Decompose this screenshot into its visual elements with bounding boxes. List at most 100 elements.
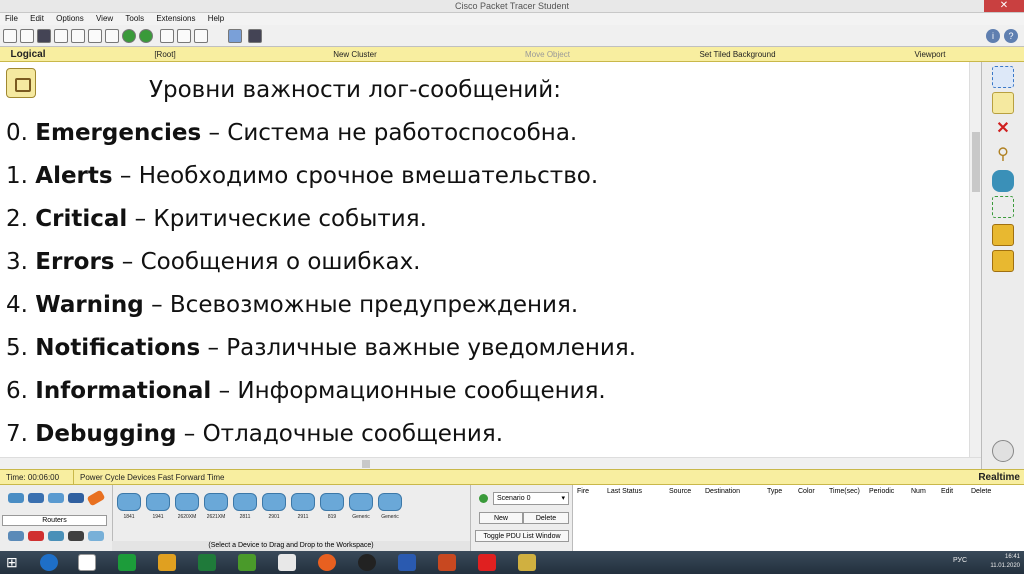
powerpoint-icon[interactable] [438,554,456,571]
inspect-icon[interactable]: ⚲ [992,144,1014,166]
col-type: Type [767,488,783,495]
wan-emulation-category-icon[interactable] [48,531,64,541]
select-icon[interactable] [992,66,1014,88]
media-player-icon[interactable] [358,554,376,571]
device-hint: (Select a Device to Drag and Drop to the… [112,541,470,551]
col-source: Source [669,488,692,495]
menu-tools[interactable]: Tools [120,13,149,25]
store-icon[interactable] [118,554,136,571]
slide-heading: Уровни важности лог-сообщений: [149,77,561,103]
torrent-icon[interactable] [238,554,256,571]
device-1941[interactable]: 1941 [144,493,172,521]
start-button[interactable]: ⊞ [6,554,24,571]
word-icon[interactable] [398,554,416,571]
hubs-category-icon[interactable] [48,493,64,503]
folder-icon[interactable] [158,554,176,571]
excel-icon[interactable] [198,554,216,571]
language-indicator[interactable]: РУС [953,557,967,564]
save-icon[interactable] [37,29,51,43]
menu-view[interactable]: View [91,13,118,25]
device-generic-1[interactable]: Generic [347,493,375,521]
device-2811[interactable]: 2811 [231,493,259,521]
col-destination: Destination [705,488,741,495]
info-icon[interactable]: i [986,29,1000,43]
realtime-clock-icon[interactable] [992,440,1014,462]
security-category-icon[interactable] [28,531,44,541]
system-clock[interactable]: 16:41 11.01.2020 [990,553,1020,571]
app-icon[interactable] [278,554,296,571]
new-cluster-button[interactable]: New Cluster [250,47,460,62]
connections-category-icon[interactable] [86,489,106,507]
device-819[interactable]: 819 [318,493,346,521]
logical-view-icon[interactable] [6,68,36,98]
menu-extensions[interactable]: Extensions [151,13,200,25]
zoom-in-icon[interactable] [160,29,174,43]
logical-workspace[interactable]: Уровни важности лог-сообщений: 0. Emerge… [0,62,981,457]
workspace-horizontal-scrollbar[interactable] [0,457,981,469]
realtime-mode-tab[interactable]: Realtime [978,470,1020,486]
redo-icon[interactable] [139,29,153,43]
menu-help[interactable]: Help [203,13,229,25]
horizontal-scroll-thumb[interactable] [362,460,370,468]
col-last-status: Last Status [607,488,643,495]
copy-icon[interactable] [88,29,102,43]
device-generic-2[interactable]: Generic [376,493,404,521]
packet-tracer-icon[interactable] [518,554,536,571]
viewport-button[interactable]: Viewport [860,47,1000,62]
severity-line-4: 4. Warning – Всевозможные предупреждения… [6,292,579,318]
severity-line-7: 7. Debugging – Отладочные сообщения. [6,421,504,447]
custom-device-icon[interactable] [248,29,262,43]
menu-edit[interactable]: Edit [25,13,49,25]
switches-category-icon[interactable] [28,493,44,503]
ie-browser-icon[interactable] [40,554,58,571]
new-file-icon[interactable] [3,29,17,43]
routers-category-icon[interactable] [8,493,24,503]
undo-icon[interactable] [122,29,136,43]
open-folder-icon[interactable] [20,29,34,43]
wireless-category-icon[interactable] [68,493,84,503]
draw-shape-icon[interactable] [992,170,1014,192]
scenario-select[interactable]: Scenario 0 [493,492,569,505]
resize-shape-icon[interactable] [992,196,1014,218]
device-1841[interactable]: 1841 [115,493,143,521]
device-2620xm[interactable]: 2620XM [173,493,201,521]
firefox-icon[interactable] [318,554,336,571]
close-button[interactable]: ✕ [984,0,1024,12]
root-button[interactable]: [Root] [60,47,270,62]
logical-tab[interactable]: Logical [4,47,52,62]
palette-icon[interactable] [228,29,242,43]
activity-wizard-icon[interactable] [71,29,85,43]
custom-devices-category-icon[interactable] [68,531,84,541]
delete-scenario-button[interactable]: Delete [523,512,569,524]
zoom-reset-icon[interactable] [177,29,191,43]
menu-file[interactable]: File [0,13,23,25]
severity-line-6: 6. Informational – Информационные сообще… [6,378,606,404]
add-complex-pdu-icon[interactable] [992,250,1014,272]
severity-line-3: 3. Errors – Сообщения о ошибках. [6,249,421,275]
note-icon[interactable] [992,92,1014,114]
power-cycle-controls[interactable]: Power Cycle Devices Fast Forward Time [80,470,224,486]
workspace-vertical-scrollbar[interactable] [969,62,981,457]
add-simple-pdu-icon[interactable] [992,224,1014,246]
video-icon[interactable] [478,554,496,571]
device-2911[interactable]: 2911 [289,493,317,521]
move-object-button[interactable]: Move Object [440,47,655,62]
vertical-scroll-thumb[interactable] [972,132,980,192]
print-icon[interactable] [54,29,68,43]
help-icon[interactable]: ? [1004,29,1018,43]
end-devices-category-icon[interactable] [8,531,24,541]
new-scenario-button[interactable]: New [479,512,523,524]
device-2621xm[interactable]: 2621XM [202,493,230,521]
windows-taskbar: ⊞ РУС 16:41 11.01.2020 [0,551,1024,574]
file-explorer-icon[interactable] [78,554,96,571]
delete-icon[interactable]: ✕ [992,118,1014,140]
tiled-background-button[interactable]: Set Tiled Background [630,47,845,62]
device-2901[interactable]: 2901 [260,493,288,521]
zoom-out-icon[interactable] [194,29,208,43]
toggle-pdu-list-button[interactable]: Toggle PDU List Window [475,530,569,542]
time-bar: Time: 00:06:00 Power Cycle Devices Fast … [0,469,1024,486]
clock-time: 16:41 [1004,554,1020,560]
menu-options[interactable]: Options [51,13,89,25]
paste-icon[interactable] [105,29,119,43]
multiuser-category-icon[interactable] [88,531,104,541]
